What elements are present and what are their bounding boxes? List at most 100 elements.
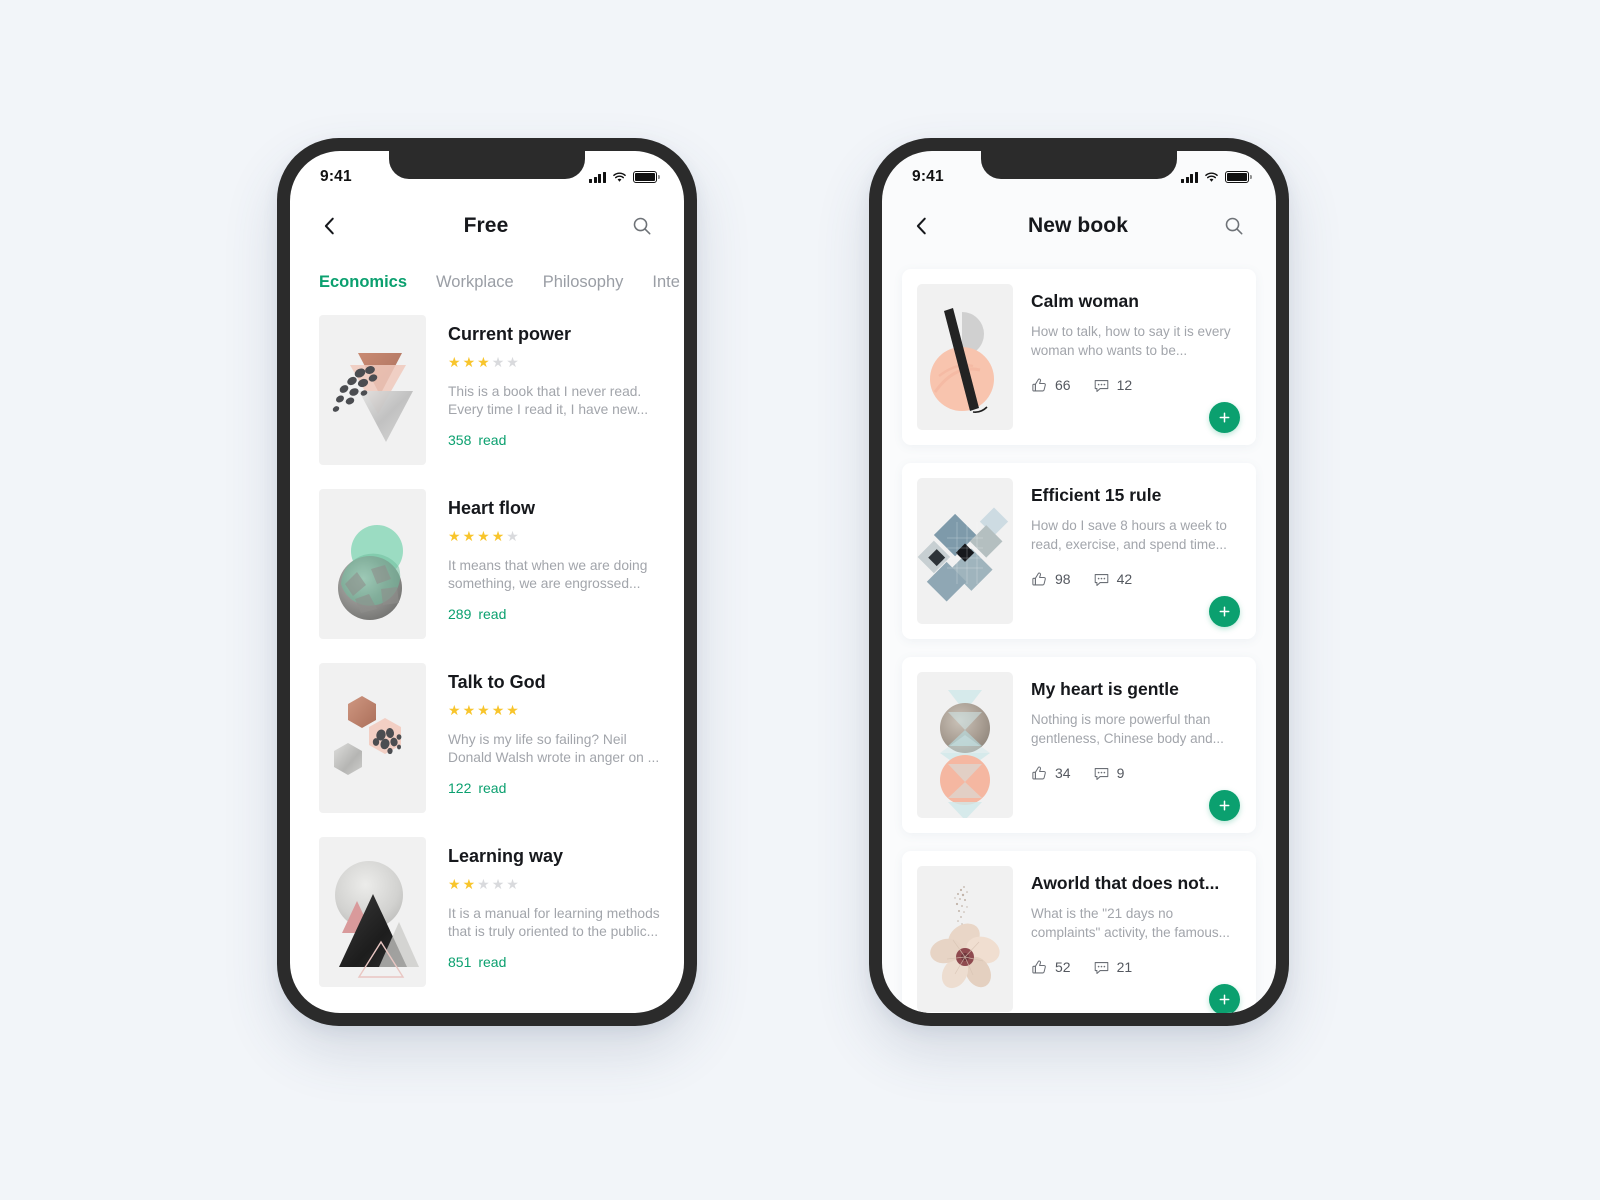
status-icon-group — [1181, 171, 1252, 183]
star-icon: ★ — [462, 353, 476, 370]
book-description: Why is my life so failing? Neil Donald W… — [448, 731, 660, 766]
book-card-body: Calm woman How to talk, how to say it is… — [1031, 284, 1240, 433]
wifi-icon — [1204, 171, 1219, 183]
status-time: 9:41 — [912, 168, 944, 185]
book-cover-thumbnail — [917, 672, 1013, 818]
category-tab-bar[interactable]: Economics Workplace Philosophy Inte — [290, 255, 684, 301]
plus-icon — [1219, 606, 1230, 617]
add-book-button[interactable] — [1209, 790, 1240, 821]
book-card[interactable]: Efficient 15 rule How do I save 8 hours … — [902, 463, 1256, 639]
book-cover-thumbnail — [917, 478, 1013, 624]
notch — [981, 151, 1177, 179]
read-count-value: 358 — [448, 432, 472, 449]
tab-workplace[interactable]: Workplace — [436, 273, 514, 292]
thumbs-up-icon — [1032, 378, 1046, 392]
book-list-item[interactable]: Learning way ★ ★ ★ ★ ★ It is a manual fo… — [290, 837, 684, 987]
thumbs-up-icon — [1032, 766, 1046, 780]
comment-button[interactable]: 9 — [1093, 765, 1125, 782]
like-count: 34 — [1055, 765, 1071, 782]
star-icon: ★ — [506, 353, 519, 370]
star-icon: ★ — [448, 701, 461, 718]
read-label: read — [478, 432, 507, 449]
book-description: It is a manual for learning methods that… — [448, 905, 660, 940]
like-button[interactable]: 98 — [1031, 571, 1071, 588]
book-list-item[interactable]: Heart flow ★ ★ ★ ★ ★ It means that when … — [290, 489, 684, 639]
comment-icon — [1094, 573, 1108, 586]
book-cover-thumbnail — [917, 284, 1013, 430]
star-icon: ★ — [491, 875, 505, 892]
search-icon[interactable] — [629, 213, 655, 239]
book-card[interactable]: Calm woman How to talk, how to say it is… — [902, 269, 1256, 445]
book-list-item[interactable]: Current power ★ ★ ★ ★ ★ This is a book t… — [290, 315, 684, 465]
book-cover-thumbnail — [319, 663, 426, 813]
tab-economics[interactable]: Economics — [319, 273, 407, 292]
star-icon: ★ — [477, 875, 490, 892]
book-details: Learning way ★ ★ ★ ★ ★ It is a manual fo… — [448, 837, 660, 987]
star-icon: ★ — [477, 527, 490, 544]
back-button[interactable] — [909, 213, 935, 239]
read-count-value: 851 — [448, 954, 472, 971]
tab-philosophy[interactable]: Philosophy — [543, 273, 624, 292]
add-book-button[interactable] — [1209, 402, 1240, 433]
nav-bar-new-book: New book — [882, 197, 1276, 255]
comment-count: 21 — [1116, 959, 1133, 976]
star-icon: ★ — [506, 875, 519, 892]
cellular-signal-icon — [1181, 171, 1198, 183]
book-title: Aworld that does not... — [1031, 873, 1220, 893]
comment-button[interactable]: 42 — [1093, 571, 1133, 588]
notch — [389, 151, 585, 179]
book-title: Calm woman — [1031, 291, 1139, 311]
star-icon: ★ — [491, 701, 505, 718]
like-button[interactable]: 66 — [1031, 377, 1071, 394]
phone-mockup-left: 9:41 Free Economics Workplace Philosophy… — [277, 138, 697, 1026]
cover-art-circles-mint-stone — [319, 489, 426, 639]
read-label: read — [478, 606, 507, 623]
battery-icon — [633, 171, 660, 183]
new-book-card-list: Calm woman How to talk, how to say it is… — [882, 255, 1276, 1013]
read-count-value: 122 — [448, 780, 472, 797]
read-count: 289 read — [448, 606, 660, 622]
comment-button[interactable]: 21 — [1093, 959, 1133, 976]
cover-art-hibiscus-flower — [917, 866, 1013, 1012]
thumbs-up-icon — [1032, 960, 1046, 974]
tab-international[interactable]: Inte — [652, 273, 680, 292]
add-book-button[interactable] — [1209, 984, 1240, 1013]
book-description: What is the "21 days no complaints" acti… — [1031, 906, 1230, 940]
page-title: Free — [463, 214, 509, 237]
thumbs-up-icon — [1032, 572, 1046, 586]
book-cover-thumbnail — [319, 837, 426, 987]
star-icon: ★ — [506, 701, 519, 718]
book-card[interactable]: Aworld that does not... What is the "21 … — [902, 851, 1256, 1013]
card-meta-row: 34 9 — [1031, 765, 1240, 782]
star-icon: ★ — [448, 353, 461, 370]
plus-icon — [1219, 800, 1230, 811]
book-description: This is a book that I never read. Every … — [448, 383, 649, 418]
comment-count: 9 — [1116, 765, 1125, 782]
back-button[interactable] — [317, 213, 343, 239]
comment-count: 42 — [1116, 571, 1133, 588]
comment-button[interactable]: 12 — [1093, 377, 1133, 394]
book-description: It means that when we are doing somethin… — [448, 557, 648, 592]
comment-count: 12 — [1116, 377, 1133, 394]
rating-stars: ★ ★ ★ ★ ★ — [448, 877, 660, 891]
book-title: Efficient 15 rule — [1031, 485, 1162, 505]
read-count-value: 289 — [448, 606, 472, 623]
star-icon: ★ — [462, 875, 476, 892]
book-cover-thumbnail — [319, 489, 426, 639]
book-details: Heart flow ★ ★ ★ ★ ★ It means that when … — [448, 489, 660, 639]
search-icon[interactable] — [1221, 213, 1247, 239]
book-list-item[interactable]: Talk to God ★ ★ ★ ★ ★ Why is my life so … — [290, 663, 684, 813]
book-cover-thumbnail — [917, 866, 1013, 1012]
like-button[interactable]: 34 — [1031, 765, 1071, 782]
book-card-body: Efficient 15 rule How do I save 8 hours … — [1031, 478, 1240, 627]
status-icon-group — [589, 171, 660, 183]
like-button[interactable]: 52 — [1031, 959, 1071, 976]
book-title: Talk to God — [448, 672, 546, 692]
book-card-body: My heart is gentle Nothing is more power… — [1031, 672, 1240, 821]
screen-new-book: 9:41 New book Calm woman How to talk, ho… — [882, 151, 1276, 1013]
phone-mockup-right: 9:41 New book Calm woman How to talk, ho… — [869, 138, 1289, 1026]
plus-icon — [1219, 412, 1230, 423]
card-meta-row: 98 42 — [1031, 571, 1240, 588]
add-book-button[interactable] — [1209, 596, 1240, 627]
book-card[interactable]: My heart is gentle Nothing is more power… — [902, 657, 1256, 833]
